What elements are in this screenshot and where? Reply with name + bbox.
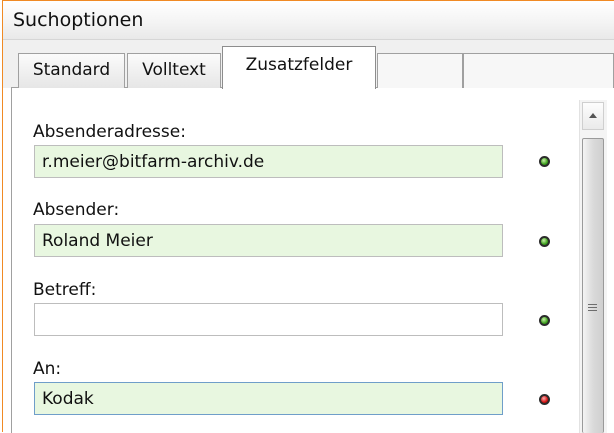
sender-label: Absender: [33,200,120,220]
tab-strip-empty-area [377,53,463,88]
subject-input[interactable] [34,303,503,336]
content-border [11,88,12,433]
sender-address-label: Absenderadresse: [33,122,186,142]
tab-standard[interactable]: Standard [18,53,125,88]
panel-title-bar: Suchoptionen [3,1,614,40]
recipient-label: An: [33,359,62,379]
subject-status-icon [539,315,550,326]
scroll-up-arrow-icon[interactable] [582,102,604,130]
tab-zusatzfelder[interactable]: Zusatzfelder [222,46,376,89]
tab-volltext[interactable]: Volltext [127,53,221,88]
sender-input[interactable] [34,224,503,257]
sender-address-input[interactable] [34,145,503,178]
panel-title: Suchoptionen [13,9,144,31]
recipient-input[interactable] [34,382,503,415]
sender-address-status-icon [539,156,550,167]
tab-content: Absenderadresse: Absender: Betreff: An: [3,88,614,433]
vertical-scrollbar[interactable] [579,100,607,433]
sender-status-icon [539,236,550,247]
search-options-panel: Suchoptionen Standard Volltext Zusatzfel… [2,0,614,433]
scroll-grip-icon [588,304,597,313]
recipient-status-icon [539,394,550,405]
tab-strip-empty-area [463,53,614,88]
tab-strip: Standard Volltext Zusatzfelder [3,40,614,89]
subject-label: Betreff: [33,280,97,300]
scroll-thumb[interactable] [582,138,604,433]
